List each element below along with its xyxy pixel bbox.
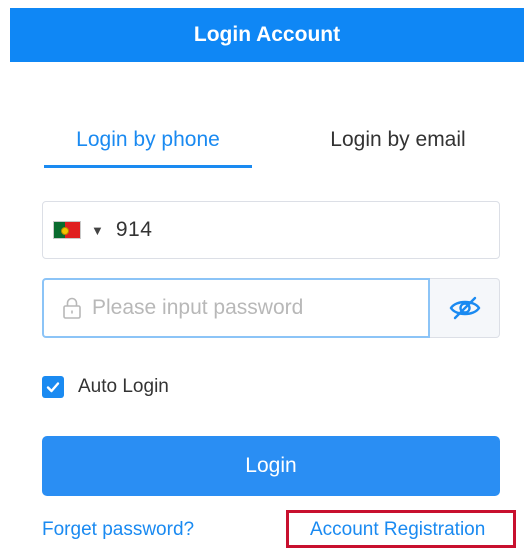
page-title: Login Account (193, 23, 341, 46)
portugal-flag-icon[interactable] (53, 221, 81, 239)
toggle-password-visibility-button[interactable] (430, 278, 500, 338)
login-screen: Login Account Login by phone Login by em… (0, 0, 532, 548)
checkbox-checked-icon[interactable] (42, 376, 64, 398)
caret-down-icon[interactable]: ▼ (91, 223, 104, 238)
password-input[interactable] (92, 296, 428, 320)
phone-field[interactable]: ▼ 914 (42, 201, 500, 259)
login-button[interactable]: Login (42, 436, 500, 496)
tab-login-by-email[interactable]: Login by email (296, 114, 500, 166)
phone-number-value[interactable]: 914 (116, 218, 153, 242)
auto-login-checkbox[interactable]: Auto Login (42, 372, 169, 402)
forget-password-link[interactable]: Forget password? (42, 519, 194, 541)
active-tab-indicator (44, 165, 252, 168)
eye-slash-icon (449, 296, 480, 320)
page-header: Login Account (10, 8, 524, 62)
password-field[interactable] (42, 278, 430, 338)
account-registration-link[interactable]: Account Registration (310, 519, 485, 541)
password-group (42, 278, 500, 338)
lock-icon (63, 297, 81, 319)
auto-login-label: Auto Login (78, 376, 169, 397)
tab-login-by-phone[interactable]: Login by phone (44, 114, 252, 166)
